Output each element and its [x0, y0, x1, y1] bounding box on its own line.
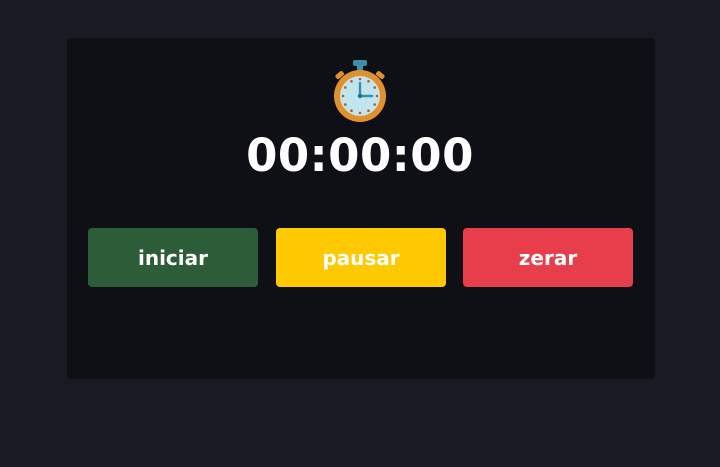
stopwatch-icon: [334, 60, 386, 122]
reset-button[interactable]: zerar: [463, 228, 633, 287]
start-button[interactable]: iniciar: [88, 228, 258, 287]
timer-display: 00:00:00: [246, 129, 474, 182]
pause-button[interactable]: pausar: [276, 228, 446, 287]
